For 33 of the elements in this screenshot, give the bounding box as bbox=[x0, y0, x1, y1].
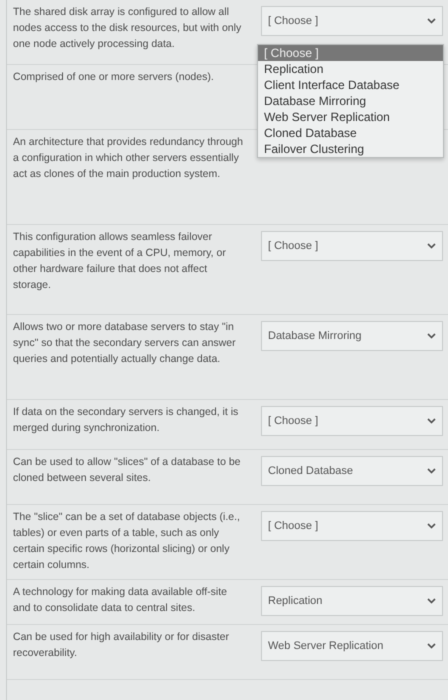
answer-dropdown[interactable]: Database Mirroring bbox=[261, 321, 443, 351]
chevron-down-icon bbox=[427, 333, 436, 339]
answer-dropdown[interactable]: Cloned Database bbox=[261, 456, 443, 486]
answer-dropdown[interactable]: [ Choose ] bbox=[261, 231, 443, 261]
dropdown-option[interactable]: Database Mirroring bbox=[258, 93, 443, 109]
question-text: The "slice" can be a set of database objects (i.e., tables) or even parts of a table, such as only certain specific rows (horizontal slicing) or only certain columns. bbox=[13, 510, 241, 573]
question-text: The shared disk array is configured to allow all nodes access to the disk resources, but with only one node actively processing data. bbox=[13, 5, 242, 52]
dropdown-option[interactable]: Client Interface Database bbox=[258, 77, 443, 93]
answer-dropdown[interactable]: [ Choose ] bbox=[261, 511, 443, 541]
question-text: Comprised of one or more servers (nodes). bbox=[13, 70, 215, 85]
question-text: This configuration allows seamless failover capabilities in the event of a CPU, memory, or other hardware failure that does not affect storage. bbox=[13, 230, 227, 293]
chevron-down-icon bbox=[427, 418, 436, 424]
dropdown-option[interactable]: Failover Clustering bbox=[258, 141, 443, 157]
chevron-down-icon bbox=[427, 523, 436, 529]
dropdown-option[interactable]: Replication bbox=[258, 61, 443, 77]
question-text: Can be used for high availability or for disaster recoverability. bbox=[13, 630, 230, 661]
chevron-down-icon bbox=[427, 598, 436, 604]
question-text: A technology for making data available off-site and to consolidate data to central sites. bbox=[13, 585, 228, 616]
dropdown-option[interactable]: Cloned Database bbox=[258, 125, 443, 141]
answer-dropdown[interactable]: [ Choose ] bbox=[261, 406, 443, 436]
question-text: An architecture that provides redundancy through a configuration in which other servers essentially act as clones of the main production system. bbox=[13, 135, 244, 182]
question-text: Allows two or more database servers to stay "in sync" so that the secondary servers can answer queries and potentially actually change data. bbox=[13, 320, 237, 367]
chevron-down-icon bbox=[427, 468, 436, 474]
answer-dropdown[interactable]: Web Server Replication bbox=[261, 631, 443, 661]
question-text: If data on the secondary servers is changed, it is merged during synchronization. bbox=[13, 405, 240, 436]
question-text: Can be used to allow "slices" of a database to be cloned between several sites. bbox=[13, 455, 242, 486]
chevron-down-icon bbox=[427, 643, 436, 649]
answer-dropdown[interactable]: [ Choose ] bbox=[261, 6, 443, 36]
dropdown-option[interactable]: Web Server Replication bbox=[258, 109, 443, 125]
dropdown-option[interactable]: [ Choose ] bbox=[258, 45, 443, 61]
chevron-down-icon bbox=[427, 243, 436, 249]
answer-dropdown[interactable]: Replication bbox=[261, 586, 443, 616]
chevron-down-icon bbox=[427, 18, 436, 24]
